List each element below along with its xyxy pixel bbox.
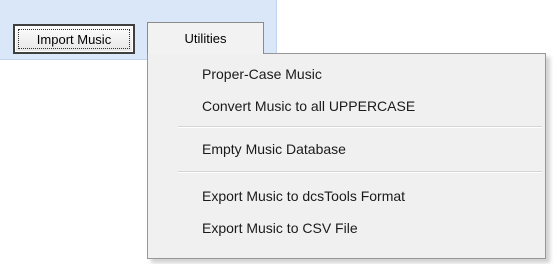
menu-item-export-csv[interactable]: Export Music to CSV File	[202, 220, 358, 236]
menu-item-label: Empty Music Database	[202, 141, 346, 157]
import-music-button[interactable]: Import Music	[13, 24, 135, 54]
menu-item-label: Export Music to dcsTools Format	[202, 188, 406, 204]
menu-item-convert-uppercase[interactable]: Convert Music to all UPPERCASE	[202, 98, 415, 114]
menu-item-proper-case-music[interactable]: Proper-Case Music	[202, 66, 322, 82]
menu-separator	[178, 171, 542, 173]
menu-item-empty-music-database[interactable]: Empty Music Database	[202, 141, 346, 157]
utilities-dropdown-menu: Proper-Case Music Convert Music to all U…	[147, 53, 546, 259]
menu-separator	[178, 126, 542, 128]
menu-item-label: Export Music to CSV File	[202, 220, 358, 236]
import-music-label: Import Music	[36, 31, 112, 47]
menu-item-label: Proper-Case Music	[202, 66, 322, 82]
menu-item-export-dcstools[interactable]: Export Music to dcsTools Format	[202, 188, 405, 204]
app-window: Import Music Utilities Proper-Case Music…	[0, 0, 557, 264]
utilities-menu-button[interactable]: Utilities	[147, 22, 264, 54]
utilities-label: Utilities	[184, 31, 227, 46]
menu-item-label: Convert Music to all UPPERCASE	[202, 98, 416, 114]
